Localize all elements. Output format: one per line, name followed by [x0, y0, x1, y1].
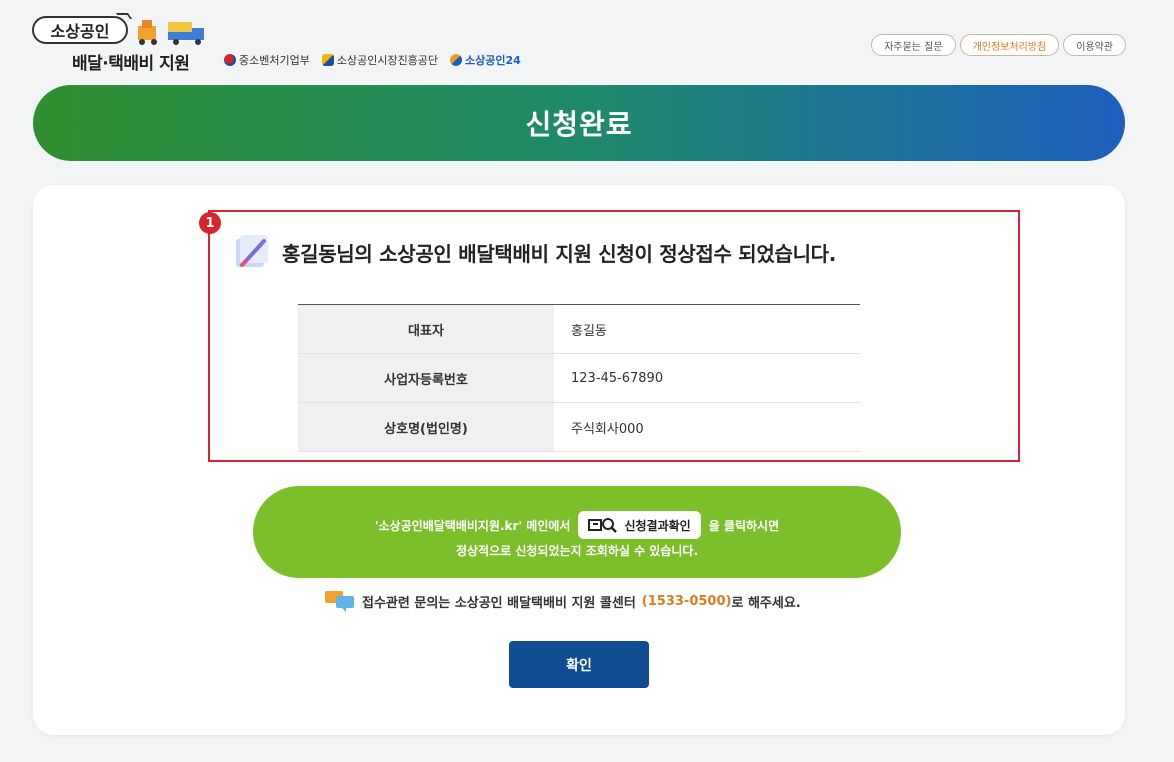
check-result-button[interactable]: 신청결과확인 [578, 511, 701, 539]
semas-emblem-icon [321, 54, 334, 66]
privacy-policy-link[interactable]: 개인정보처리방침 [959, 34, 1060, 56]
row-label: 상호명(법인명) [298, 402, 554, 452]
confirm-button[interactable]: 확인 [509, 641, 649, 688]
row-label: 대표자 [298, 304, 554, 354]
partner-logos: 중소벤처기업부 소상공인시장진흥공단 소상공인24 [224, 52, 521, 68]
contact-info: 접수관련 문의는 소상공인 배달택배비 지원 콜센터 (1533-0500) 로 … [324, 590, 801, 612]
terms-link[interactable]: 이용약관 [1063, 34, 1126, 56]
check-result-notice: '소상공인배달택배비지원.kr' 메인에서 신청결과확인 을 클릭하시면 정상적… [253, 486, 901, 578]
title-banner: 신청완료 [33, 85, 1125, 161]
table-row: 사업자등록번호 123-45-67890 [298, 353, 860, 403]
row-value: 123-45-67890 [571, 370, 664, 386]
partner-sbiz24: 소상공인24 [450, 52, 521, 68]
chat-bubble-icon [325, 591, 354, 612]
check-result-label: 신청결과확인 [624, 518, 691, 533]
table-row: 상호명(법인명) 주식회사000 [298, 402, 860, 452]
faq-link[interactable]: 자주묻는 질문 [871, 34, 956, 56]
logo-subtitle: 배달·택배비 지원 [72, 54, 190, 74]
completion-message: 홍길동님의 소상공인 배달택배비 지원 신청이 정상접수 되었습니다. [234, 233, 836, 271]
logo-main-text: 소상공인 [50, 22, 110, 41]
row-value: 주식회사000 [571, 421, 644, 437]
mss-emblem-icon [224, 54, 236, 66]
top-links: 자주묻는 질문 개인정보처리방침 이용약관 [871, 34, 1126, 56]
notice-line-1: '소상공인배달택배비지원.kr' 메인에서 신청결과확인 을 클릭하시면 [253, 511, 901, 539]
partner-label: 중소벤처기업부 [239, 54, 310, 67]
search-result-icon [588, 518, 618, 533]
row-label: 사업자등록번호 [298, 353, 554, 403]
step-badge: 1 [199, 212, 221, 234]
delivery-truck-icon [138, 20, 204, 45]
notice-suffix: 을 클릭하시면 [708, 518, 780, 533]
contact-text: 접수관련 문의는 소상공인 배달택배비 지원 콜센터 [362, 595, 636, 611]
applicant-info-table: 대표자 홍길동 사업자등록번호 123-45-67890 상호명(법인명) 주식… [298, 304, 860, 452]
contact-tail: 로 해주세요. [731, 595, 801, 611]
site-logo[interactable]: 소상공인 [32, 16, 128, 44]
partner-semas: 소상공인시장진흥공단 [321, 52, 439, 68]
partner-label: 소상공인24 [465, 54, 521, 67]
notice-prefix: '소상공인배달택배비지원.kr' 메인에서 [374, 518, 571, 533]
row-value: 홍길동 [571, 323, 607, 339]
pen-icon [236, 235, 268, 267]
completion-text: 홍길동님의 소상공인 배달택배비 지원 신청이 정상접수 되었습니다. [282, 241, 837, 266]
page-title: 신청완료 [525, 108, 633, 141]
notice-line-2: 정상적으로 신청되었는지 조회하실 수 있습니다. [455, 544, 699, 558]
partner-mss: 중소벤처기업부 [224, 52, 310, 68]
callcenter-phone: (1533-0500) [641, 593, 732, 609]
header: 소상공인 배달·택배비 지원 중소벤처기업부 소상공인시장진흥공단 소상공인24… [0, 0, 1174, 80]
table-row: 대표자 홍길동 [298, 304, 860, 354]
sbiz24-emblem-icon [450, 54, 463, 66]
partner-label: 소상공인시장진흥공단 [336, 54, 439, 67]
